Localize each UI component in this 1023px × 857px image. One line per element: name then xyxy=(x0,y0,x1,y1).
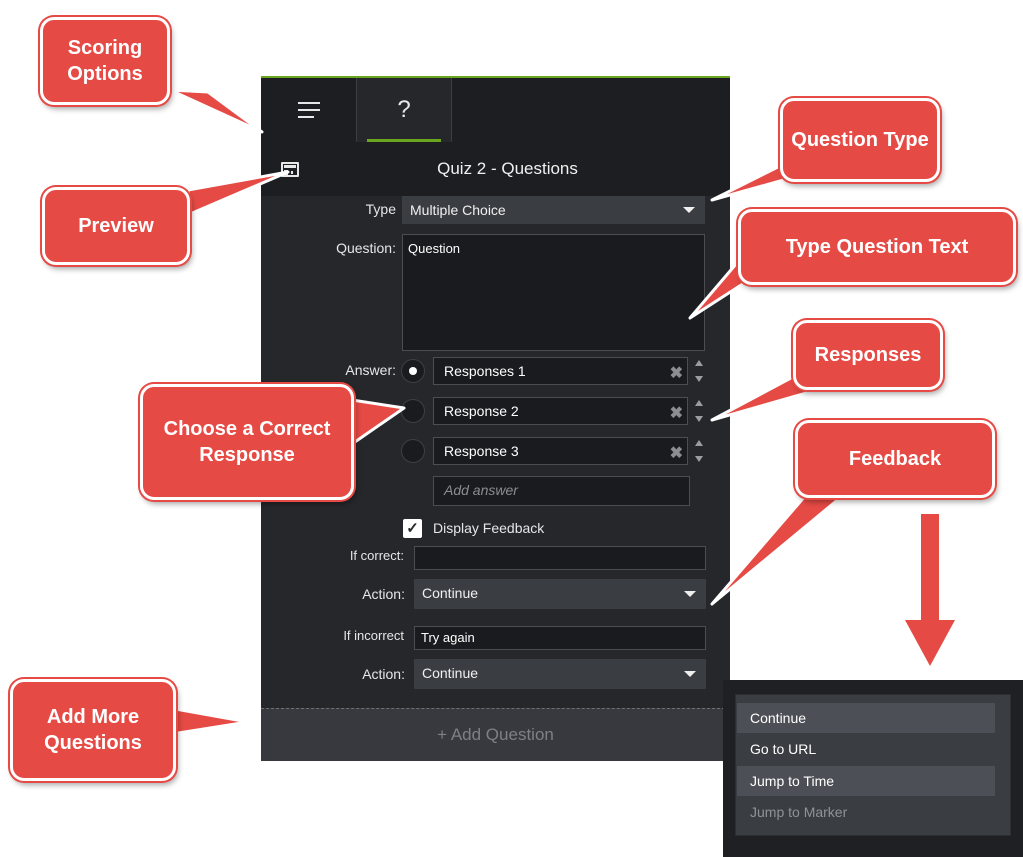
down-arrow-icon xyxy=(905,514,955,666)
response-field-3[interactable]: Response 3 ✖ xyxy=(433,437,688,465)
callout-question-type: Question Type xyxy=(780,98,940,182)
callout-add-more-questions: Add More Questions xyxy=(10,679,176,781)
action-incorrect-dropdown[interactable]: Continue xyxy=(414,659,706,689)
add-question-button[interactable]: + Add Question xyxy=(261,708,730,761)
action-correct-value: Continue xyxy=(422,585,479,601)
response-field-1[interactable]: Responses 1 ✖ xyxy=(433,357,688,385)
chevron-down-icon xyxy=(684,671,696,677)
callout-type-question-text: Type Question Text xyxy=(738,209,1016,285)
remove-response-icon[interactable]: ✖ xyxy=(670,443,683,463)
remove-response-icon[interactable]: ✖ xyxy=(670,403,683,423)
if-incorrect-label: If incorrect xyxy=(343,628,404,643)
menu-item-jump-to-marker: Jump to Marker xyxy=(750,804,848,820)
menu-item-jump-to-time[interactable]: Jump to Time xyxy=(737,766,995,796)
correct-response-radio-1[interactable] xyxy=(401,359,425,383)
add-more-pointer xyxy=(168,706,250,736)
action-label-correct: Action: xyxy=(362,586,405,602)
question-type-dropdown[interactable]: Multiple Choice xyxy=(402,196,705,224)
response-text-2: Response 2 xyxy=(444,403,519,419)
action-correct-dropdown[interactable]: Continue xyxy=(414,579,706,609)
callout-choose-correct-response: Choose a Correct Response xyxy=(140,384,354,500)
tab-questions[interactable]: ? xyxy=(356,78,452,142)
chevron-down-icon xyxy=(683,207,695,213)
tab-scoring-options[interactable] xyxy=(261,78,356,142)
panel-title: Quiz 2 - Questions xyxy=(437,159,578,178)
if-correct-input[interactable] xyxy=(414,546,706,570)
remove-response-icon[interactable]: ✖ xyxy=(670,363,683,383)
add-answer-input[interactable]: Add answer xyxy=(433,476,690,506)
menu-item-continue[interactable]: Continue xyxy=(737,703,995,733)
response-field-2[interactable]: Response 2 ✖ xyxy=(433,397,688,425)
reorder-stepper-3[interactable] xyxy=(695,437,703,465)
callout-responses: Responses xyxy=(793,320,943,390)
panel-header: Quiz 2 - Questions xyxy=(261,142,730,196)
feedback-pointer xyxy=(710,486,854,606)
action-label-incorrect: Action: xyxy=(362,666,405,682)
correct-response-radio-2[interactable] xyxy=(401,399,425,423)
chevron-down-icon xyxy=(684,591,696,597)
hamburger-menu-icon xyxy=(297,102,320,118)
question-mark-icon: ? xyxy=(397,96,411,123)
correct-response-radio-3[interactable] xyxy=(401,439,425,463)
menu-item-go-to-url[interactable]: Go to URL xyxy=(737,734,995,764)
action-dropdown-menu: Continue Go to URL Jump to Time Jump to … xyxy=(723,680,1023,857)
callout-preview: Preview xyxy=(42,187,190,265)
response-text-3: Response 3 xyxy=(444,443,519,459)
if-incorrect-input[interactable]: Try again xyxy=(414,626,706,650)
type-label: Type xyxy=(365,201,396,217)
question-label: Question: xyxy=(336,240,396,256)
if-correct-label: If correct: xyxy=(349,548,404,563)
display-feedback-label: Display Feedback xyxy=(433,520,545,536)
answer-label: Answer: xyxy=(345,362,396,378)
scoring-options-pointer xyxy=(168,88,264,134)
question-text-value: Question xyxy=(408,241,461,256)
reorder-stepper-2[interactable] xyxy=(695,397,703,425)
tab-bar: ? xyxy=(261,78,730,142)
callout-feedback: Feedback xyxy=(795,420,995,498)
display-feedback-checkbox[interactable]: ✓ xyxy=(403,519,422,538)
callout-scoring-options: Scoring Options xyxy=(40,17,170,105)
response-text-1: Responses 1 xyxy=(444,363,526,379)
question-text-area[interactable]: Question xyxy=(402,234,705,351)
question-type-value: Multiple Choice xyxy=(410,202,506,218)
reorder-stepper-1[interactable] xyxy=(695,357,703,385)
action-incorrect-value: Continue xyxy=(422,665,479,681)
